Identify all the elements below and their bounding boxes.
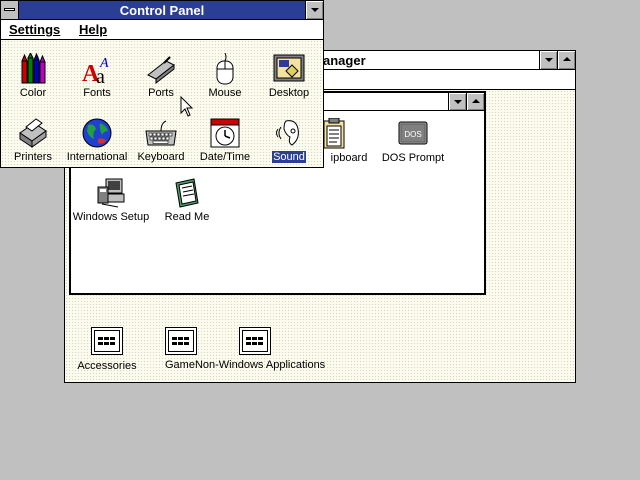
minimize-button[interactable] — [305, 1, 323, 19]
windows-setup-label: Windows Setup — [72, 211, 150, 223]
fonts-label: Fonts — [83, 87, 111, 99]
printers-icon — [16, 117, 50, 149]
windows-setup-program-icon[interactable]: Windows Setup — [71, 177, 151, 223]
control-panel-title: Control Panel — [119, 3, 205, 18]
mouse-icon — [208, 52, 242, 85]
minimize-button[interactable] — [539, 51, 557, 69]
group-minimize-button[interactable] — [448, 93, 466, 110]
sound-applet[interactable]: Sound — [249, 117, 329, 163]
fonts-icon: A a A — [80, 53, 114, 88]
dos-prompt-program-icon[interactable]: DOS DOS Prompt — [373, 118, 453, 164]
program-group-icon — [165, 327, 197, 355]
color-label: Color — [19, 87, 47, 99]
ports-label: Ports — [148, 87, 174, 99]
games-group-icon[interactable] — [141, 327, 221, 355]
keyboard-icon — [144, 117, 178, 149]
mouse-label: Mouse — [208, 87, 242, 99]
read-me-icon — [170, 177, 204, 209]
ports-icon — [144, 53, 178, 85]
accessories-label: Accessories — [77, 360, 137, 372]
dos-prompt-icon: DOS — [396, 118, 430, 150]
sound-label: Sound — [272, 151, 306, 163]
accessories-group-icon[interactable]: Accessories — [67, 327, 147, 372]
color-icon — [16, 51, 50, 85]
printers-label: Printers — [14, 151, 52, 163]
clipboard-label: ipboard — [330, 152, 368, 164]
help-menu[interactable]: Help — [79, 22, 107, 37]
dos-glyph-text: DOS — [404, 130, 421, 139]
dos-prompt-label: DOS Prompt — [381, 152, 445, 164]
control-panel-menu-bar: Settings Help — [1, 20, 323, 40]
windows-setup-icon — [94, 177, 128, 209]
date-time-icon — [208, 117, 242, 149]
keyboard-label: Keyboard — [137, 151, 185, 163]
settings-menu[interactable]: Settings — [9, 22, 60, 37]
sound-icon — [272, 117, 306, 149]
maximize-button[interactable] — [557, 51, 575, 69]
control-panel-title-bar[interactable]: Control Panel — [1, 1, 323, 20]
control-panel-window[interactable]: Control Panel Settings Help Color A a A … — [0, 0, 324, 168]
svg-text:A: A — [99, 56, 109, 71]
desktop-icon — [272, 53, 306, 85]
group-maximize-button[interactable] — [466, 93, 484, 110]
program-manager-title: anager — [323, 53, 366, 68]
non-windows-apps-group-icon[interactable] — [215, 327, 295, 355]
read-me-program-icon[interactable]: Read Me — [147, 177, 227, 223]
date-time-label: Date/Time — [199, 151, 251, 163]
program-group-icon — [239, 327, 271, 355]
read-me-label: Read Me — [164, 211, 210, 223]
games-non-windows-label: GameNon-Windows Applications — [165, 359, 326, 371]
mouse-pointer-icon — [180, 95, 194, 121]
international-label: International — [66, 151, 128, 163]
international-icon — [80, 117, 114, 149]
desktop-label: Desktop — [268, 87, 310, 99]
program-group-icon — [91, 327, 123, 355]
desktop-applet[interactable]: Desktop — [249, 53, 329, 99]
